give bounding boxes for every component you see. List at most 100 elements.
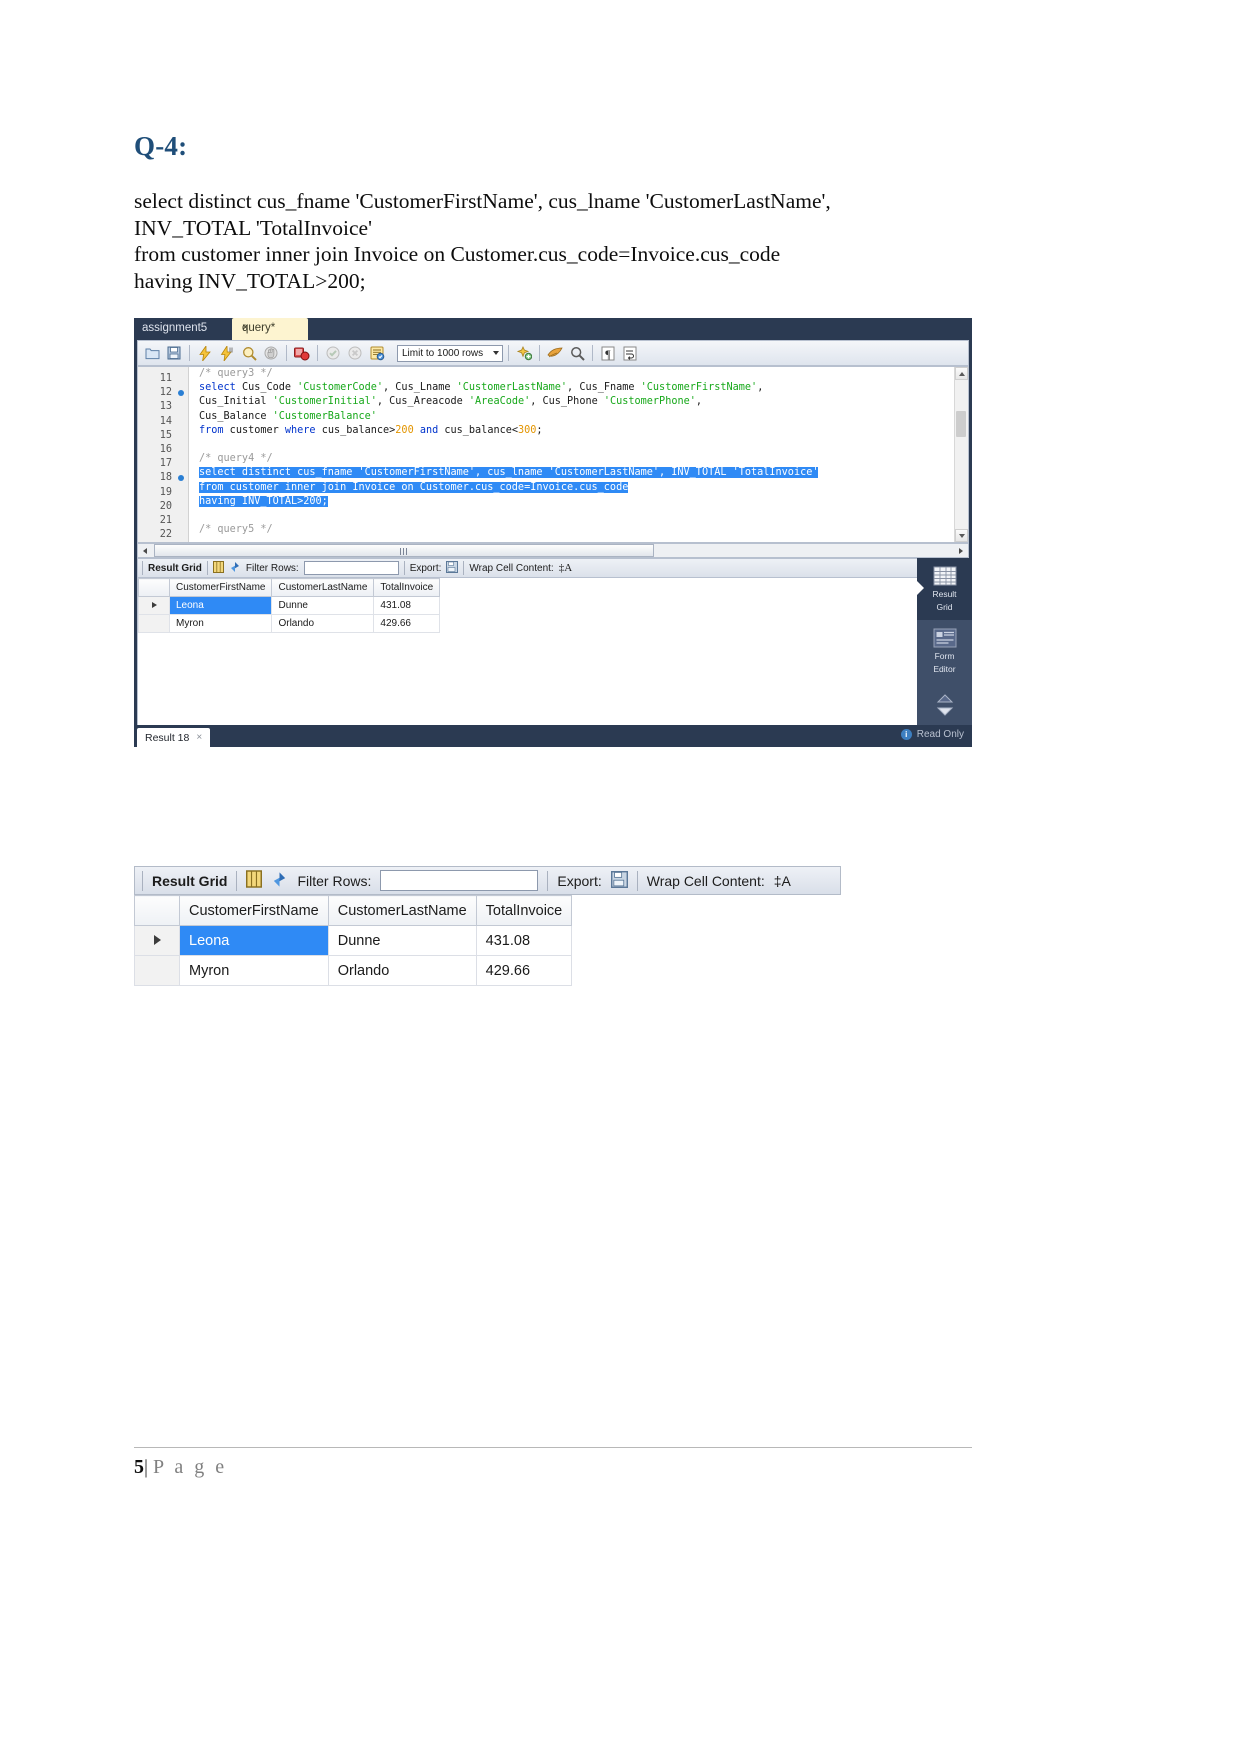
result-tab[interactable]: Result 18 ×: [137, 728, 211, 747]
code-line[interactable]: select Cus_Code 'CustomerCode', Cus_Lnam…: [189, 381, 954, 395]
table-cell[interactable]: 431.08: [373, 596, 441, 615]
enlarged-result-grid: Result Grid Filter Rows: Export: Wrap Ce…: [134, 866, 841, 986]
table-cell[interactable]: Dunne: [327, 925, 477, 956]
row-marker[interactable]: [134, 955, 180, 986]
export-icon[interactable]: [446, 560, 459, 576]
table-body[interactable]: Leona Dunne 431.08 Myron Orlando 429.66: [134, 925, 573, 986]
table-cell[interactable]: Leona: [168, 596, 273, 615]
hscroll-track[interactable]: [152, 544, 954, 557]
result-grid-table[interactable]: CustomerFirstName CustomerLastName TotalIn…: [138, 578, 441, 633]
filter-rows-input[interactable]: [303, 561, 399, 575]
code-token: and: [413, 424, 439, 436]
grid-columns-icon[interactable]: [246, 870, 263, 891]
wrap-cell-icon[interactable]: ‡A: [559, 562, 572, 574]
wrap-lines-icon[interactable]: [620, 343, 640, 363]
enlarged-filter-rows-label: Filter Rows:: [297, 872, 372, 889]
code-line[interactable]: Cus_Initial 'CustomerInitial', Cus_Areac…: [189, 395, 954, 409]
table-cell[interactable]: 431.08: [475, 925, 573, 956]
result-grid-area[interactable]: CustomerFirstName CustomerLastName TotalIn…: [137, 578, 917, 731]
find-icon[interactable]: [567, 343, 587, 363]
table-cell[interactable]: Dunne: [271, 596, 375, 615]
editor-vertical-scrollbar[interactable]: [954, 367, 968, 542]
table-cell[interactable]: 429.66: [475, 955, 573, 986]
table-row[interactable]: Leona Dunne 431.08: [138, 596, 441, 615]
scroll-right-icon[interactable]: [954, 544, 968, 557]
chevron-updown-icon[interactable]: [917, 682, 972, 728]
refresh-icon[interactable]: [229, 561, 241, 576]
close-icon[interactable]: ×: [242, 322, 300, 334]
table-row[interactable]: Myron Orlando 429.66: [134, 955, 573, 986]
code-line[interactable]: [189, 438, 954, 452]
hscroll-thumb[interactable]: [154, 544, 654, 557]
autocommit-icon[interactable]: [367, 343, 387, 363]
line-number: 11: [159, 373, 172, 384]
column-header[interactable]: CustomerFirstName: [179, 895, 329, 926]
code-line[interactable]: [189, 509, 954, 523]
open-folder-icon[interactable]: [142, 343, 162, 363]
table-body[interactable]: Leona Dunne 431.08 Myron Orlando 429.66: [138, 596, 441, 633]
code-line[interactable]: /* query3 */: [189, 367, 954, 381]
execute-lightning-icon[interactable]: [195, 343, 215, 363]
code-line[interactable]: from customer where cus_balance>200 and …: [189, 424, 954, 438]
line-number: 17: [159, 458, 172, 470]
limit-rows-select[interactable]: Limit to 1000 rows: [397, 344, 503, 362]
wrap-cell-icon[interactable]: ‡A: [774, 873, 791, 889]
table-row[interactable]: Leona Dunne 431.08: [134, 925, 573, 956]
grid-columns-icon[interactable]: [212, 560, 224, 576]
column-header[interactable]: TotalInvoice: [475, 895, 573, 926]
sql-code-editor[interactable]: /* query3 */ select Cus_Code 'CustomerCod…: [137, 366, 969, 543]
invisible-chars-icon[interactable]: ¶: [598, 343, 618, 363]
code-line[interactable]: from customer inner join Invoice on Cust…: [189, 481, 954, 495]
code-token: from customer inner join Invoice on Cust…: [199, 481, 629, 493]
query-text-block: select distinct cus_fname 'CustomerFirst…: [134, 188, 1014, 294]
enlarged-grid-table[interactable]: CustomerFirstName CustomerLastName TotalIn…: [134, 895, 573, 986]
scroll-down-icon[interactable]: [955, 529, 968, 542]
beautify-icon[interactable]: [514, 343, 534, 363]
stop-icon[interactable]: [261, 343, 281, 363]
rollback-icon[interactable]: [345, 343, 365, 363]
enlarged-results-toolbar: Result Grid Filter Rows: Export: Wrap Ce…: [134, 866, 841, 895]
toggle-breakpoint-icon[interactable]: [292, 343, 312, 363]
find-snippet-icon[interactable]: [545, 343, 565, 363]
column-header[interactable]: TotalInvoice: [373, 578, 441, 597]
table-row[interactable]: Myron Orlando 429.66: [138, 614, 441, 633]
scrollbar-thumb[interactable]: [956, 411, 966, 437]
code-line[interactable]: /* query5 */: [189, 523, 954, 537]
row-marker[interactable]: [134, 925, 180, 956]
table-cell[interactable]: Leona: [179, 925, 329, 956]
table-cell[interactable]: Orlando: [271, 614, 375, 633]
explain-magnifier-icon[interactable]: [239, 343, 259, 363]
enlarged-filter-rows-input[interactable]: [380, 870, 539, 891]
table-cell[interactable]: Myron: [179, 955, 329, 986]
execute-current-statement-icon[interactable]: [217, 343, 237, 363]
side-item-form-editor[interactable]: Form Editor: [917, 620, 972, 682]
column-header[interactable]: CustomerFirstName: [168, 578, 273, 597]
save-icon[interactable]: [164, 343, 184, 363]
code-line[interactable]: select distinct cus_fname 'CustomerFirst…: [189, 466, 954, 480]
row-marker[interactable]: [138, 614, 170, 633]
side-item-result-grid[interactable]: Result Grid: [916, 558, 972, 620]
scroll-left-icon[interactable]: [138, 544, 152, 557]
code-line[interactable]: having INV_TOTAL>200;: [189, 495, 954, 509]
editor-code-lines[interactable]: /* query3 */ select Cus_Code 'CustomerCod…: [189, 367, 954, 542]
tab-query[interactable]: query* ×: [232, 318, 308, 340]
export-icon[interactable]: [610, 870, 628, 891]
line-number: 19: [159, 486, 172, 498]
column-header[interactable]: CustomerLastName: [271, 578, 375, 597]
code-token: , Cus_Areacode: [376, 396, 469, 408]
row-marker[interactable]: [138, 596, 170, 615]
side-item-result-grid-label-1: Result: [932, 589, 957, 599]
table-cell[interactable]: Myron: [168, 614, 273, 633]
scroll-up-icon[interactable]: [955, 367, 968, 380]
toolbar-separator: [317, 345, 318, 361]
close-icon[interactable]: ×: [196, 732, 202, 743]
table-cell[interactable]: Orlando: [327, 955, 477, 986]
refresh-icon[interactable]: [271, 871, 288, 891]
editor-horizontal-scrollbar[interactable]: [137, 543, 969, 558]
commit-icon[interactable]: [323, 343, 343, 363]
column-header[interactable]: CustomerLastName: [327, 895, 477, 926]
code-line[interactable]: /* query4 */: [189, 452, 954, 466]
code-line[interactable]: Cus_Balance 'CustomerBalance': [189, 410, 954, 424]
table-cell[interactable]: 429.66: [373, 614, 441, 633]
tab-assignment5[interactable]: assignment5: [142, 322, 207, 334]
